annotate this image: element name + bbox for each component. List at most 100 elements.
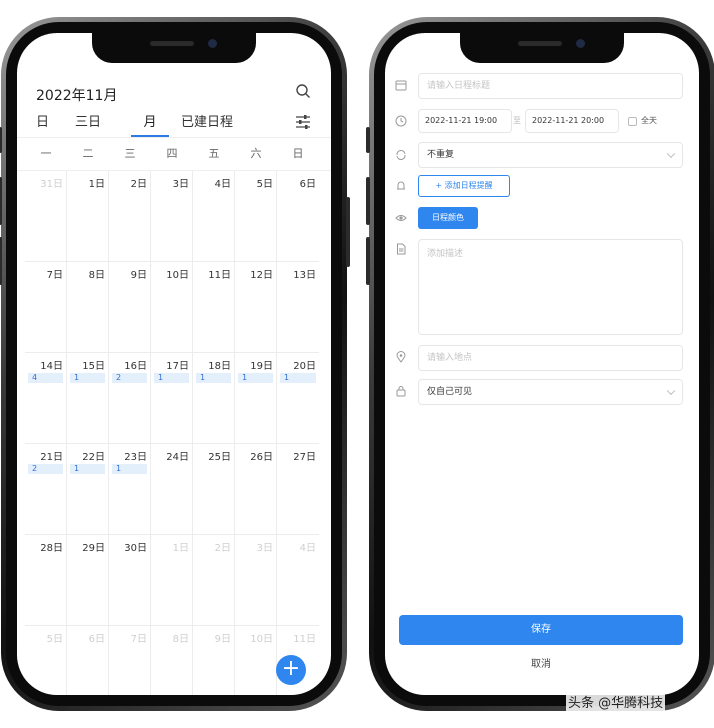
day-cell[interactable]: 28日 (25, 535, 67, 626)
location-pin-icon (396, 351, 406, 363)
volume-down-button (366, 237, 370, 285)
event-count-badge[interactable]: 1 (196, 373, 231, 383)
day-cell[interactable]: 16日 2 (109, 353, 151, 444)
day-number: 27日 (293, 452, 316, 463)
allday-label: 全天 (641, 116, 657, 125)
day-cell[interactable]: 20日 1 (277, 353, 319, 444)
day-cell[interactable]: 1日 (151, 535, 193, 626)
day-cell[interactable]: 26日 (235, 444, 277, 535)
day-cell[interactable]: 13日 (277, 262, 319, 353)
day-cell[interactable]: 4日 (193, 171, 235, 262)
event-title-input[interactable]: 请输入日程标题 (418, 73, 683, 99)
day-cell[interactable]: 11日 (193, 262, 235, 353)
notch (92, 33, 256, 63)
day-number: 7日 (130, 634, 147, 645)
allday-checkbox[interactable] (628, 117, 637, 126)
day-cell[interactable]: 5日 (235, 171, 277, 262)
volume-down-button (0, 237, 2, 285)
month-title[interactable]: 2022年11月 (36, 85, 117, 105)
location-input[interactable]: 请输入地点 (418, 345, 683, 371)
add-event-button[interactable]: + (276, 655, 306, 685)
day-cell[interactable]: 22日 1 (67, 444, 109, 535)
event-count-badge[interactable]: 2 (28, 464, 63, 474)
day-number: 28日 (40, 543, 63, 554)
day-number: 24日 (166, 452, 189, 463)
event-count-badge[interactable]: 1 (70, 373, 105, 383)
day-cell[interactable]: 2日 (193, 535, 235, 626)
tab-day[interactable]: 日 (36, 113, 49, 137)
repeat-select[interactable]: 不重复 (418, 142, 683, 168)
day-cell[interactable]: 25日 (193, 444, 235, 535)
event-form-screen: 请输入日程标题 2022-11-21 19:00 至 2022-11-21 20… (385, 33, 699, 695)
day-cell[interactable]: 23日 1 (109, 444, 151, 535)
eye-icon (395, 215, 407, 221)
day-number: 10日 (250, 634, 273, 645)
phone-frame-right: 请输入日程标题 2022-11-21 19:00 至 2022-11-21 20… (366, 17, 714, 711)
calendar-icon (395, 80, 407, 91)
event-count-badge[interactable]: 2 (112, 373, 147, 383)
event-count-badge[interactable]: 1 (238, 373, 273, 383)
day-number: 14日 (40, 361, 63, 372)
event-count-badge[interactable]: 4 (28, 373, 63, 383)
day-cell[interactable]: 30日 (109, 535, 151, 626)
day-number: 9日 (130, 270, 147, 281)
day-cell[interactable]: 5日 (25, 626, 67, 695)
day-cell[interactable]: 27日 (277, 444, 319, 535)
weekday-label: 一 (40, 147, 52, 160)
day-number: 1日 (88, 179, 105, 190)
day-cell[interactable]: 3日 (235, 535, 277, 626)
day-cell[interactable]: 21日 2 (25, 444, 67, 535)
event-count-badge[interactable]: 1 (154, 373, 189, 383)
start-time-field[interactable]: 2022-11-21 19:00 (418, 109, 512, 133)
tab-created-events[interactable]: 已建日程 (181, 113, 233, 137)
tab-month[interactable]: 月 (131, 113, 169, 137)
day-cell[interactable]: 15日 1 (67, 353, 109, 444)
day-number: 1日 (172, 543, 189, 554)
day-cell[interactable]: 18日 1 (193, 353, 235, 444)
day-cell[interactable]: 7日 (109, 626, 151, 695)
day-cell[interactable]: 9日 (109, 262, 151, 353)
event-count-badge[interactable]: 1 (112, 464, 147, 474)
day-cell[interactable]: 10日 (151, 262, 193, 353)
day-cell[interactable]: 4日 (277, 535, 319, 626)
day-cell[interactable]: 6日 (277, 171, 319, 262)
day-cell[interactable]: 14日 4 (25, 353, 67, 444)
tab-three-day[interactable]: 三日 (75, 113, 101, 137)
save-button[interactable]: 保存 (399, 615, 683, 645)
day-cell[interactable]: 29日 (67, 535, 109, 626)
day-cell[interactable]: 9日 (193, 626, 235, 695)
day-cell[interactable]: 3日 (151, 171, 193, 262)
day-cell[interactable]: 10日 (235, 626, 277, 695)
day-cell[interactable]: 7日 (25, 262, 67, 353)
event-color-button[interactable]: 日程颜色 (418, 207, 478, 229)
filter-icon[interactable] (295, 115, 311, 129)
day-cell[interactable]: 8日 (67, 262, 109, 353)
day-cell[interactable]: 17日 1 (151, 353, 193, 444)
day-cell[interactable]: 31日 (25, 171, 67, 262)
day-number: 2日 (214, 543, 231, 554)
search-icon[interactable] (295, 83, 311, 99)
day-cell[interactable]: 6日 (67, 626, 109, 695)
event-count-badge[interactable]: 1 (70, 464, 105, 474)
visibility-select[interactable]: 仅自己可见 (418, 379, 683, 405)
day-number: 26日 (250, 452, 273, 463)
description-textarea[interactable]: 添加描述 (418, 239, 683, 335)
day-number: 11日 (208, 270, 231, 281)
day-number: 29日 (82, 543, 105, 554)
end-time-field[interactable]: 2022-11-21 20:00 (525, 109, 619, 133)
day-number: 10日 (166, 270, 189, 281)
day-cell[interactable]: 12日 (235, 262, 277, 353)
weekday-label: 二 (82, 147, 94, 160)
day-cell[interactable]: 19日 1 (235, 353, 277, 444)
event-count-badge[interactable]: 1 (280, 373, 316, 383)
day-cell[interactable]: 8日 (151, 626, 193, 695)
day-cell[interactable]: 1日 (67, 171, 109, 262)
chevron-down-icon (666, 386, 676, 396)
day-cell[interactable]: 2日 (109, 171, 151, 262)
month-grid: 31日 1日 2日 3日 4日 5日 6日 7日 8日 9日 10日 11日 12日 13日 14日 4 15日… (25, 171, 319, 695)
day-number: 3日 (256, 543, 273, 554)
day-number: 30日 (124, 543, 147, 554)
add-reminder-button[interactable]: + 添加日程提醒 (418, 175, 510, 197)
day-cell[interactable]: 24日 (151, 444, 193, 535)
cancel-button[interactable]: 取消 (399, 653, 683, 677)
